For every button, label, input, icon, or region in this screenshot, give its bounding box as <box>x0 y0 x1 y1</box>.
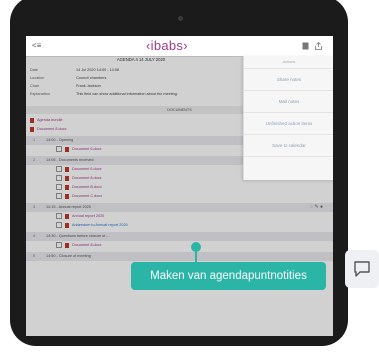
unfinished-action-items-item[interactable]: Unfinished action items <box>244 113 333 135</box>
notes-feature-tile[interactable] <box>345 250 379 288</box>
save-to-calendar-item[interactable]: Save to calendar <box>244 135 333 157</box>
speech-bubble-icon <box>354 261 370 277</box>
front-camera <box>178 16 183 21</box>
top-bar: <≡ ‹ibabs› <box>26 36 333 57</box>
callout-pointer <box>195 248 197 263</box>
app-logo: ‹ibabs› <box>146 38 188 53</box>
back-menu-button[interactable]: <≡ <box>32 41 41 50</box>
actions-menu-header: Actions <box>244 56 333 69</box>
mail-notes-item[interactable]: Mail notes <box>244 91 333 113</box>
tablet-frame: <≡ ‹ibabs› AGENDA 4 14 JULY 2020 Date 14 … <box>10 0 348 346</box>
feature-callout: Maken van agendapuntnotities <box>131 262 326 290</box>
actions-menu: Actions Share notes Mail notes Unfinishe… <box>243 56 333 180</box>
share-notes-item[interactable]: Share notes <box>244 69 333 91</box>
share-icon[interactable] <box>315 42 322 50</box>
document-icon[interactable] <box>302 42 309 50</box>
app-screen: <≡ ‹ibabs› AGENDA 4 14 JULY 2020 Date 14 … <box>26 36 333 336</box>
